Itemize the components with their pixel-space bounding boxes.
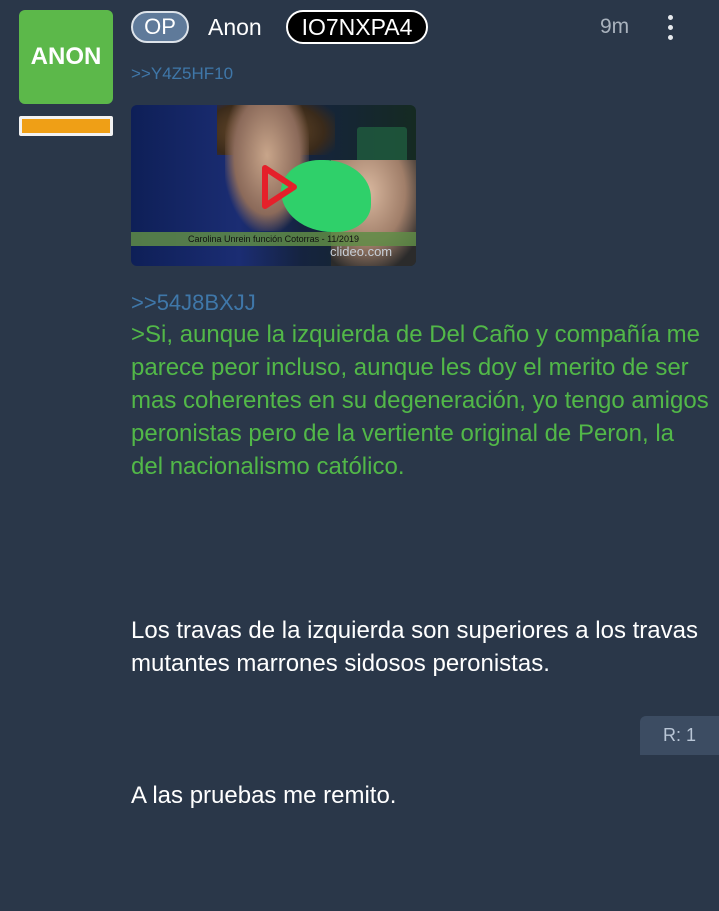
post-age: 9m	[600, 15, 630, 38]
post-paragraph: Los travas de la izquierda son superiore…	[131, 617, 705, 677]
user-flair-fill	[22, 119, 110, 133]
author-name: Anon	[208, 14, 262, 40]
poster-id-badge[interactable]: IO7NXPA4	[286, 10, 428, 44]
vertical-dots-icon[interactable]	[660, 11, 680, 43]
reply-to-link[interactable]: >>Y4Z5HF10	[131, 64, 233, 84]
greentext-quote: >Si, aunque la izquierda de Del Caño y c…	[131, 321, 716, 480]
avatar[interactable]: ANON	[19, 10, 113, 104]
video-thumbnail[interactable]: Carolina Unrein función Cotorras - 11/20…	[131, 105, 416, 266]
play-triangle-icon[interactable]	[259, 163, 299, 211]
post-body: Los travas de la izquierda son superiore…	[131, 548, 711, 911]
video-watermark: clideo.com	[330, 244, 393, 259]
user-flair-bar	[19, 116, 113, 136]
post-paragraph: A las pruebas me remito.	[131, 782, 397, 809]
reply-count-button[interactable]: R: 1	[640, 716, 719, 755]
op-badge: OP	[131, 11, 189, 43]
avatar-text: ANON	[30, 43, 102, 70]
quote-link[interactable]: >>54J8BXJJ	[131, 287, 256, 319]
